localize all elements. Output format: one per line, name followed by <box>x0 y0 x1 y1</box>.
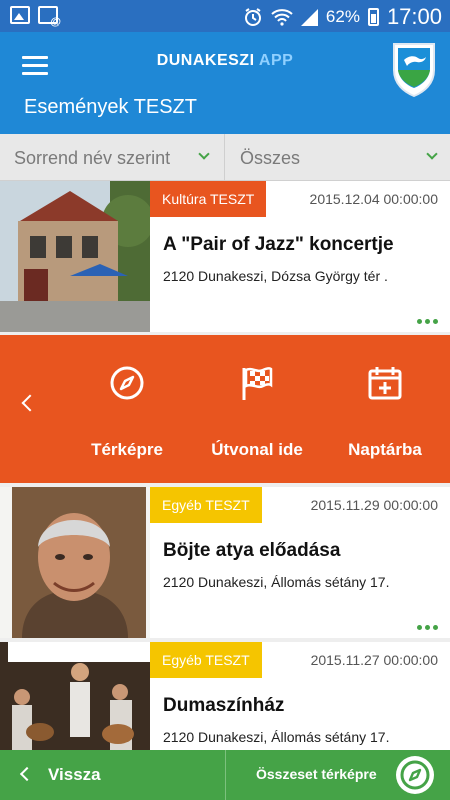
category-badge: Egyéb TESZT <box>150 487 262 523</box>
email-notification-icon <box>38 6 61 28</box>
checkered-flag-icon <box>242 367 273 400</box>
battery-icon <box>367 8 379 26</box>
event-date: 2015.11.29 00:00:00 <box>310 497 438 513</box>
filter-bar: Sorrend név szerint Összes <box>0 134 450 181</box>
event-card[interactable]: Kultúra TESZT 2015.12.04 00:00:00 A "Pai… <box>0 181 450 332</box>
wifi-icon <box>271 9 293 26</box>
app-brand: DUNAKESZI APP <box>0 52 450 70</box>
more-options-icon[interactable] <box>417 319 438 324</box>
city-crest-icon <box>393 43 435 98</box>
category-dropdown[interactable]: Összes <box>226 134 450 181</box>
category-badge: Egyéb TESZT <box>150 642 262 678</box>
chevron-down-icon <box>426 148 438 160</box>
event-title: Dumaszínház <box>163 695 285 716</box>
event-photo <box>0 487 150 638</box>
event-photo <box>0 181 150 332</box>
event-address: 2120 Dunakeszi, Állomás sétány 17. <box>163 574 390 590</box>
page-title: Események TESZT <box>24 96 198 118</box>
add-to-calendar-label: Naptárba <box>348 440 422 459</box>
chevron-left-icon <box>19 766 35 782</box>
bottom-bar: Vissza Összeset térképre <box>0 750 450 800</box>
route-here-button[interactable]: Útvonal ide <box>202 365 312 460</box>
more-options-icon[interactable] <box>417 625 438 630</box>
sort-dropdown-label: Sorrend név szerint <box>14 148 171 168</box>
brand-main: DUNAKESZI <box>156 52 255 69</box>
all-on-map-button[interactable]: Összeset térképre <box>226 750 450 800</box>
event-actions-panel: Térképre Útvonal ide Naptárba <box>0 335 450 483</box>
chevron-down-icon <box>198 148 210 160</box>
route-here-label: Útvonal ide <box>211 440 303 459</box>
battery-percent: 62% <box>325 7 360 26</box>
image-notification-icon <box>10 6 30 24</box>
event-title: Böjte atya előadása <box>163 540 341 561</box>
compass-icon <box>396 756 434 794</box>
alarm-icon <box>244 8 261 26</box>
system-icons: 62% 17:00 <box>243 4 442 30</box>
app-header: DUNAKESZI APP Események TESZT <box>0 32 450 134</box>
sort-dropdown[interactable]: Sorrend név szerint <box>0 134 225 181</box>
show-on-map-label: Térképre <box>91 440 163 459</box>
notification-icons <box>10 6 61 28</box>
compass-icon <box>110 366 144 400</box>
event-photo <box>0 642 150 750</box>
status-bar: 62% 17:00 <box>0 0 450 32</box>
back-button[interactable]: Vissza <box>0 750 225 800</box>
brand-accent: APP <box>258 52 294 69</box>
event-date: 2015.11.27 00:00:00 <box>310 652 438 668</box>
category-dropdown-label: Összes <box>240 148 301 168</box>
category-badge: Kultúra TESZT <box>150 181 267 217</box>
chevron-left-icon[interactable] <box>21 394 39 412</box>
event-address: 2120 Dunakeszi, Állomás sétány 17. <box>163 729 390 745</box>
event-card[interactable]: Egyéb TESZT 2015.11.29 00:00:00 Böjte at… <box>0 487 450 638</box>
event-date: 2015.12.04 00:00:00 <box>309 191 438 207</box>
back-button-label: Vissza <box>48 765 101 784</box>
event-title: A "Pair of Jazz" koncertje <box>163 234 394 255</box>
add-to-calendar-button[interactable]: Naptárba <box>330 365 440 460</box>
event-card[interactable]: Egyéb TESZT 2015.11.27 00:00:00 Dumaszín… <box>0 642 450 750</box>
calendar-add-icon <box>368 367 402 400</box>
show-on-map-button[interactable]: Térképre <box>72 365 182 460</box>
event-address: 2120 Dunakeszi, Dózsa György tér . <box>163 268 388 284</box>
signal-icon <box>300 8 318 26</box>
all-on-map-label: Összeset térképre <box>256 766 377 782</box>
clock: 17:00 <box>386 4 442 29</box>
